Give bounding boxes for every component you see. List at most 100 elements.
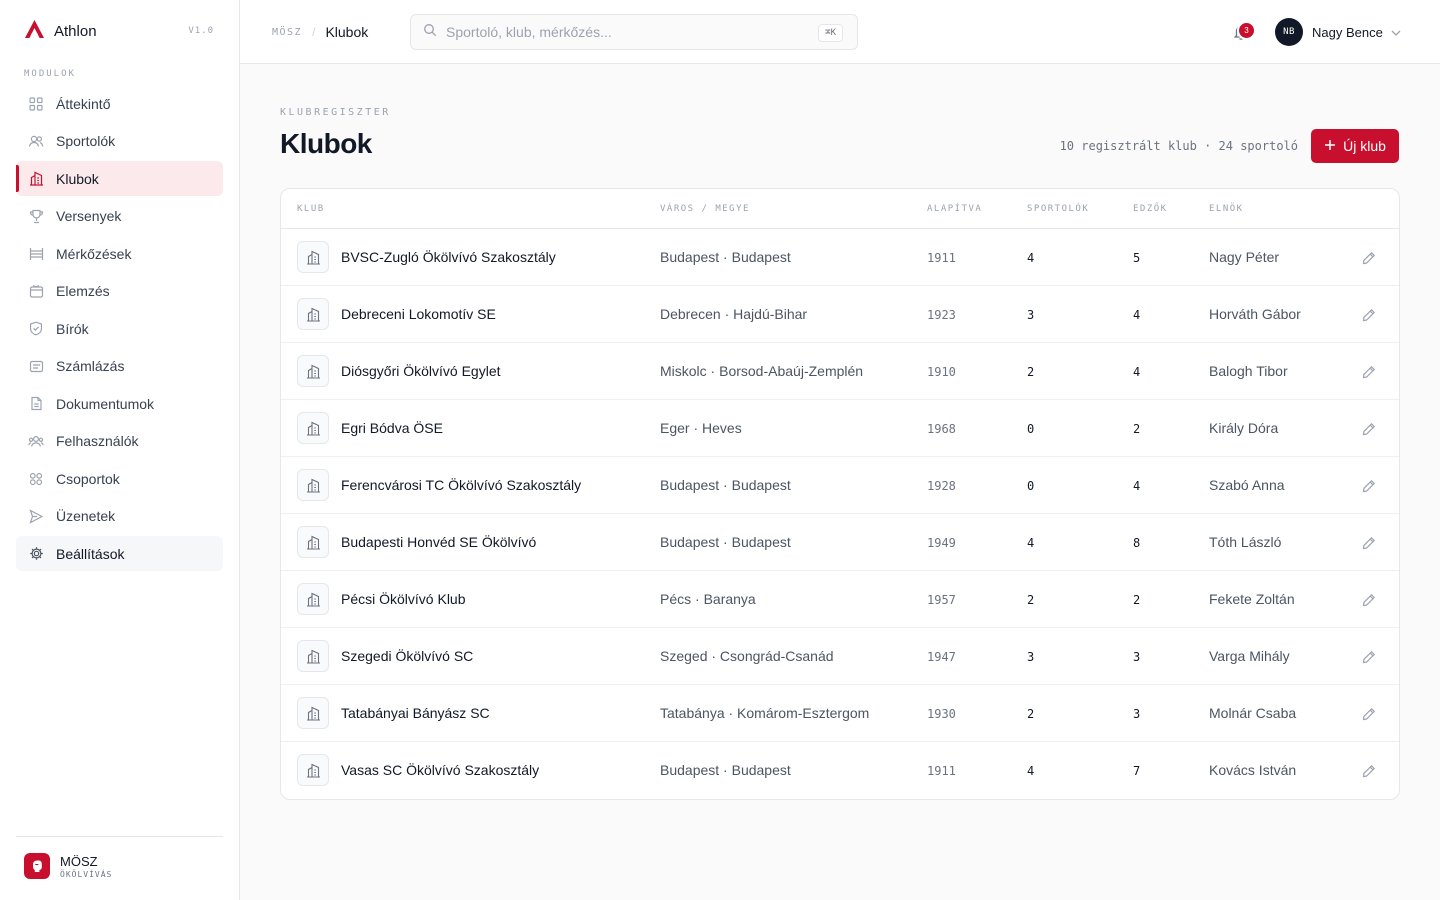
club-president: Varga Mihály — [1209, 648, 1290, 664]
club-coaches: 4 — [1133, 479, 1141, 493]
sidebar-item-elemzes[interactable]: Elemzés — [16, 274, 223, 309]
club-name[interactable]: Diósgyőri Ökölvívó Egylet — [341, 363, 501, 379]
club-founded: 1911 — [927, 764, 956, 778]
sidebar-item-felhasznalok[interactable]: Felhasználók — [16, 424, 223, 459]
club-founded: 1911 — [927, 251, 956, 265]
club-city: Szeged · Csongrád-Csanád — [660, 648, 834, 664]
column-header-city[interactable]: VÁROS / MEGYE — [660, 204, 750, 214]
table-row[interactable]: Debreceni Lokomotív SE Debrecen · Hajdú-B… — [281, 286, 1399, 343]
club-name[interactable]: BVSC-Zugló Ökölvívó Szakosztály — [341, 249, 556, 265]
club-name[interactable]: Szegedi Ökölvívó SC — [341, 648, 473, 664]
club-name[interactable]: Debreceni Lokomotív SE — [341, 306, 496, 322]
club-athletes: 2 — [1027, 365, 1035, 379]
club-city: Budapest · Budapest — [660, 477, 791, 493]
table-row[interactable]: Ferencvárosi TC Ökölvívó Szakosztály Buda… — [281, 457, 1399, 514]
sidebar-item-beallitasok[interactable]: Beállítások — [16, 536, 223, 571]
sidebar-item-label: Versenyek — [56, 208, 122, 224]
invoice-icon — [28, 358, 44, 374]
edit-icon[interactable] — [1361, 706, 1377, 722]
sidebar-item-klubok[interactable]: Klubok — [16, 161, 223, 196]
shield-icon — [28, 321, 44, 337]
sidebar-item-sportolok[interactable]: Sportolók — [16, 124, 223, 159]
club-president: Kovács István — [1209, 762, 1297, 778]
table-row[interactable]: Budapesti Honvéd SE Ökölvívó Budapest · B… — [281, 514, 1399, 571]
club-coaches: 5 — [1133, 251, 1141, 265]
column-header-athletes[interactable]: SPORTOLÓK — [1027, 204, 1089, 214]
edit-icon[interactable] — [1361, 763, 1377, 779]
app-name: Athlon — [54, 22, 97, 40]
breadcrumb-root[interactable]: MÖSZ — [272, 27, 302, 38]
page-eyebrow: KLUBREGISZTER — [280, 107, 391, 118]
club-name[interactable]: Egri Bódva ÖSE — [341, 420, 443, 436]
table-row[interactable]: Pécsi Ökölvívó Klub Pécs · Baranya 1957 2 2 F… — [281, 571, 1399, 628]
club-athletes: 2 — [1027, 707, 1035, 721]
table-row[interactable]: Tatabányai Bányász SC Tatabánya · Komárom… — [281, 685, 1399, 742]
search-box[interactable]: ⌘K — [410, 14, 858, 50]
org-subtitle: ÖKÖLVÍVÁS — [60, 870, 113, 879]
sidebar-item-merkozesek[interactable]: Mérkőzések — [16, 236, 223, 271]
building-icon — [297, 754, 329, 786]
table-row[interactable]: BVSC-Zugló Ökölvívó Szakosztály Budapest … — [281, 229, 1399, 286]
club-name[interactable]: Ferencvárosi TC Ökölvívó Szakosztály — [341, 477, 581, 493]
sidebar-item-label: Áttekintő — [56, 95, 111, 112]
edit-icon[interactable] — [1361, 364, 1377, 380]
club-athletes: 0 — [1027, 479, 1035, 493]
sidebar-item-csoportok[interactable]: Csoportok — [16, 461, 223, 496]
club-coaches: 8 — [1133, 536, 1141, 550]
new-club-button[interactable]: Új klub — [1311, 129, 1399, 163]
edit-icon[interactable] — [1361, 421, 1377, 437]
club-name[interactable]: Vasas SC Ökölvívó Szakosztály — [341, 762, 539, 778]
nav-section-label: MODULOK — [24, 69, 76, 79]
club-city: Budapest · Budapest — [660, 534, 791, 550]
club-athletes: 3 — [1027, 650, 1035, 664]
edit-icon[interactable] — [1361, 535, 1377, 551]
club-name[interactable]: Budapesti Honvéd SE Ökölvívó — [341, 534, 536, 550]
send-icon — [28, 508, 44, 524]
brand[interactable]: Athlon — [24, 19, 97, 43]
org-switcher[interactable]: MÖSZ ÖKÖLVÍVÁS — [16, 836, 223, 900]
page-title: Klubok — [280, 128, 372, 159]
sidebar-item-uzenetek[interactable]: Üzenetek — [16, 499, 223, 534]
column-header-club[interactable]: KLUB — [297, 204, 325, 214]
sidebar-item-label: Beállítások — [56, 545, 125, 562]
club-coaches: 3 — [1133, 650, 1141, 664]
edit-icon[interactable] — [1361, 250, 1377, 266]
groups-icon — [28, 471, 44, 487]
club-name[interactable]: Tatabányai Bányász SC — [341, 705, 490, 721]
sidebar-item-dokumentumok[interactable]: Dokumentumok — [16, 386, 223, 421]
club-founded: 1930 — [927, 707, 956, 721]
edit-icon[interactable] — [1361, 592, 1377, 608]
sidebar-item-versenyek[interactable]: Versenyek — [16, 199, 223, 234]
building-icon — [297, 298, 329, 330]
user-menu[interactable]: NB Nagy Bence — [1275, 18, 1401, 46]
club-athletes: 0 — [1027, 422, 1035, 436]
club-city: Pécs · Baranya — [660, 591, 756, 607]
sidebar-item-label: Mérkőzések — [56, 245, 132, 262]
sidebar-item-birok[interactable]: Bírók — [16, 311, 223, 346]
club-name[interactable]: Pécsi Ökölvívó Klub — [341, 591, 466, 607]
club-coaches: 4 — [1133, 308, 1141, 322]
sidebar-item-szamlazas[interactable]: Számlázás — [16, 349, 223, 384]
sidebar-item-attekinto[interactable]: Áttekintő — [16, 86, 223, 121]
column-header-president[interactable]: ELNÖK — [1209, 204, 1244, 214]
sidebar-item-label: Dokumentumok — [56, 395, 155, 412]
club-founded: 1928 — [927, 479, 956, 493]
search-input[interactable] — [446, 24, 806, 40]
edit-icon[interactable] — [1361, 478, 1377, 494]
column-header-founded[interactable]: ALAPÍTVA — [927, 204, 982, 214]
building-icon — [297, 526, 329, 558]
edit-icon[interactable] — [1361, 649, 1377, 665]
table-row[interactable]: Szegedi Ökölvívó SC Szeged · Csongrád-Csa… — [281, 628, 1399, 685]
club-coaches: 2 — [1133, 593, 1141, 607]
table-row[interactable]: Egri Bódva ÖSE Eger · Heves 1968 0 2 Király D… — [281, 400, 1399, 457]
analytics-icon — [28, 283, 44, 299]
column-header-coaches[interactable]: EDZŐK — [1133, 204, 1168, 214]
search-shortcut: ⌘K — [818, 24, 843, 42]
edit-icon[interactable] — [1361, 307, 1377, 323]
club-founded: 1957 — [927, 593, 956, 607]
building-icon — [297, 640, 329, 672]
table-row[interactable]: Diósgyőri Ökölvívó Egylet Miskolc · Borso… — [281, 343, 1399, 400]
sidebar-item-label: Számlázás — [56, 358, 125, 374]
table-row[interactable]: Vasas SC Ökölvívó Szakosztály Budapest · … — [281, 742, 1399, 799]
sidebar-nav: Áttekintő Sportolók Klubok Versenyek Mér… — [16, 86, 223, 574]
